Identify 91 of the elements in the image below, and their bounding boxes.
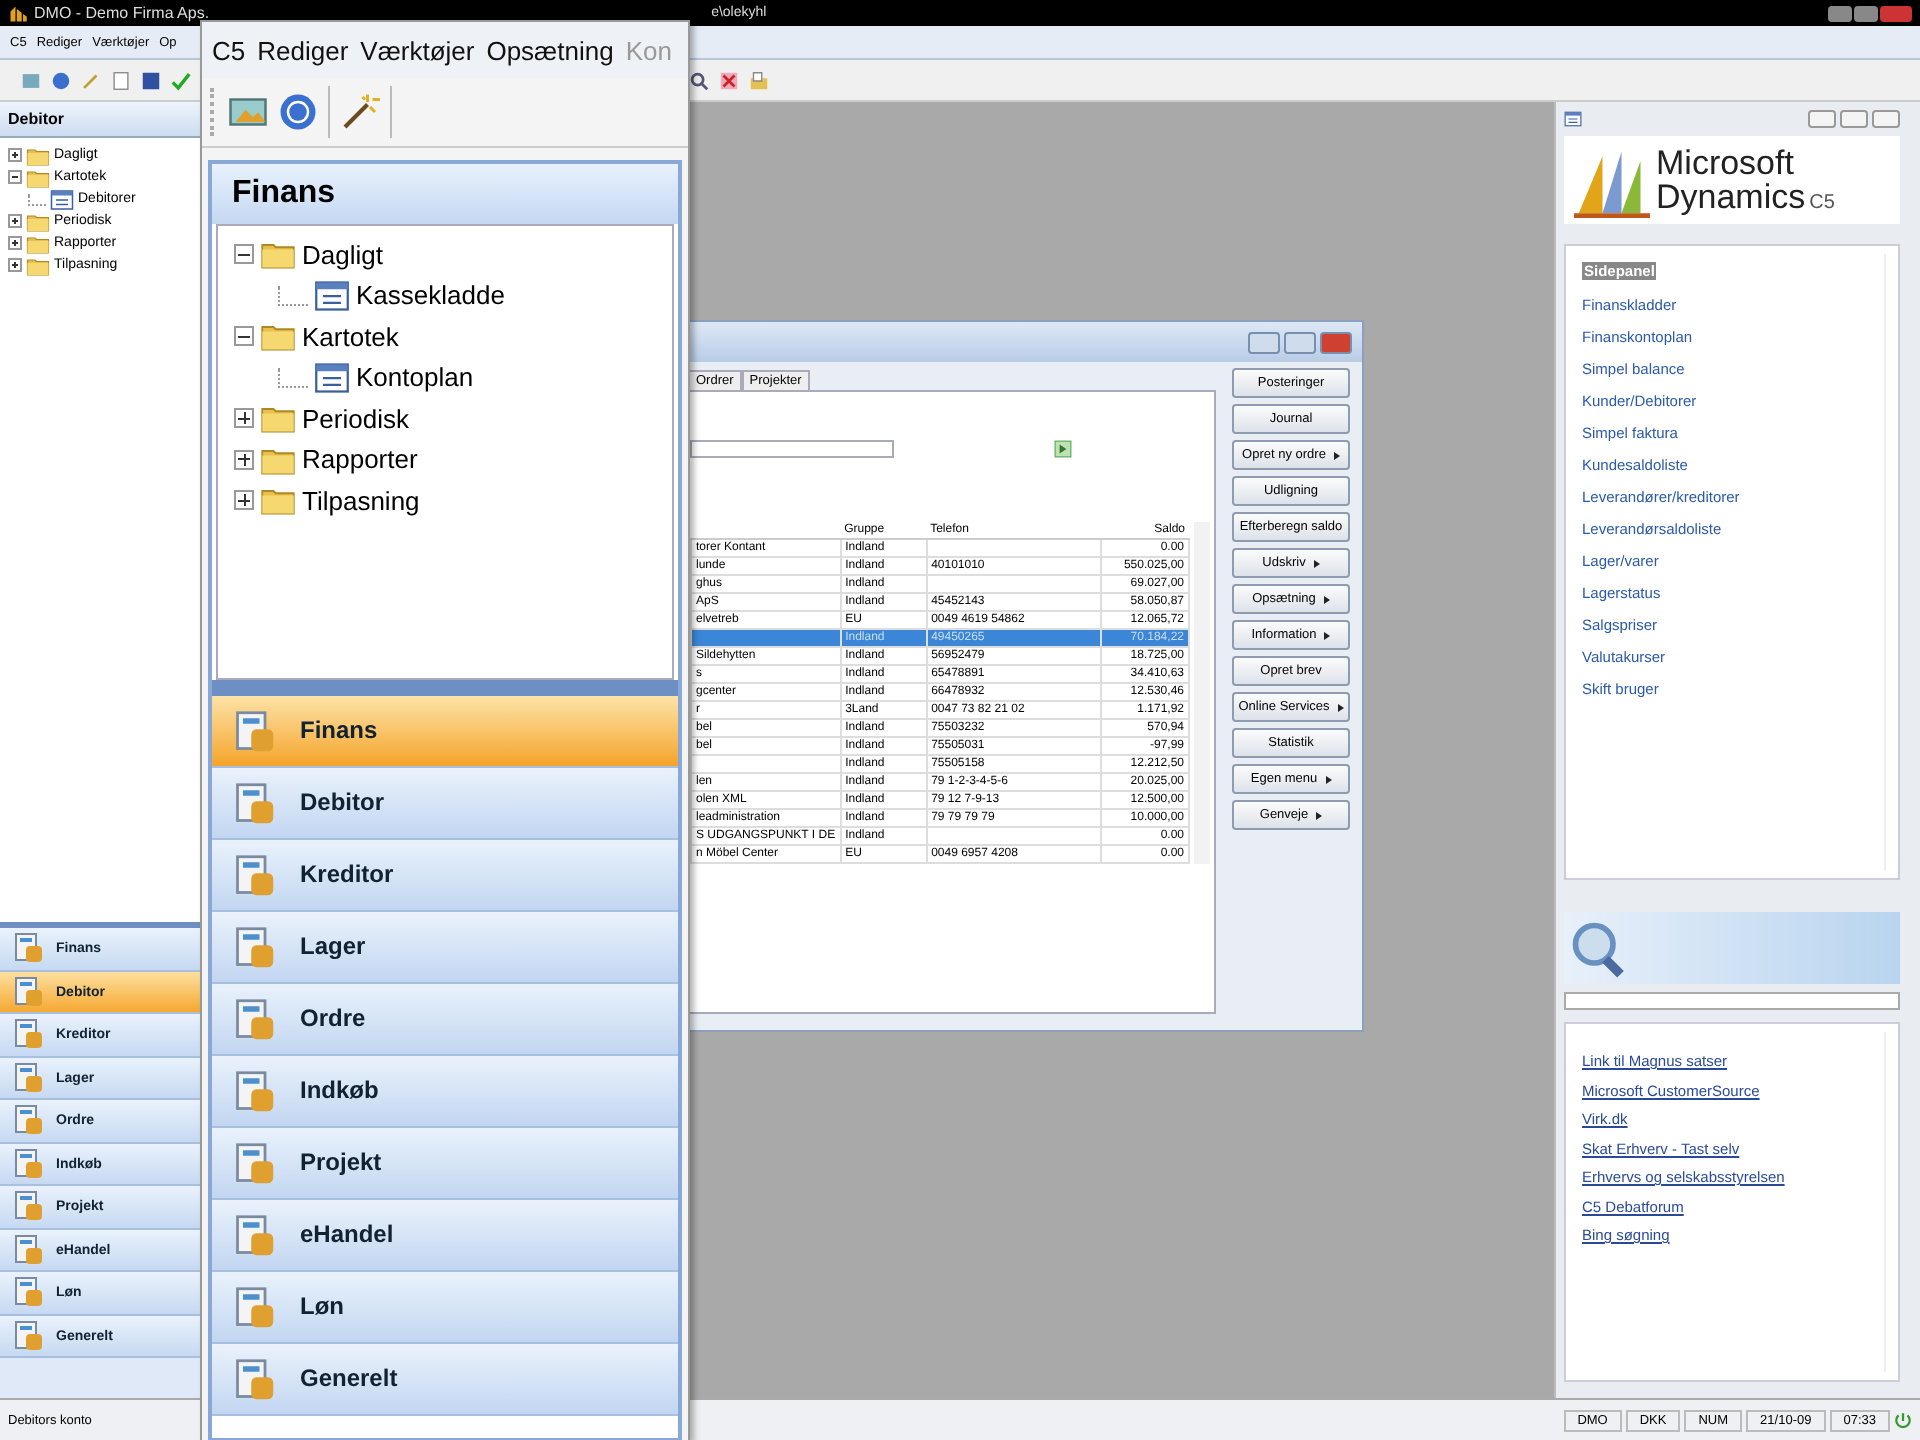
folder-icon xyxy=(26,165,50,189)
folder-icon xyxy=(26,143,50,167)
minimize-button[interactable] xyxy=(1828,5,1852,21)
folder-icon xyxy=(26,209,50,233)
module-icon xyxy=(12,1104,44,1137)
module-button[interactable]: Ordre xyxy=(212,984,678,1056)
module-icon xyxy=(12,1147,44,1180)
module-icon xyxy=(232,997,276,1041)
module-icon xyxy=(232,1285,276,1329)
splitter-handle[interactable] xyxy=(212,680,678,696)
module-icon xyxy=(12,932,44,965)
toolbar-icon xyxy=(718,69,740,91)
tree-item[interactable]: Rapporter xyxy=(302,444,418,475)
pane-title: Finans xyxy=(212,164,678,224)
module-icon xyxy=(12,1190,44,1223)
expand-toggle[interactable] xyxy=(8,214,22,228)
toolbar-icon xyxy=(688,69,710,91)
module-icon xyxy=(232,1141,276,1185)
module-button[interactable]: Projekt xyxy=(212,1128,678,1200)
tree-item[interactable]: Kassekladde xyxy=(356,280,505,311)
toolbar-icon xyxy=(20,69,42,91)
power-icon xyxy=(1894,1411,1912,1429)
tree-item[interactable]: Periodisk xyxy=(302,403,409,434)
window-title: DMO - Demo Firma Aps. xyxy=(34,4,210,22)
toolbar-icon xyxy=(110,69,132,91)
module-icon xyxy=(232,1069,276,1113)
form-icon xyxy=(314,359,350,396)
panel-button[interactable] xyxy=(1872,110,1900,128)
expand-toggle[interactable] xyxy=(234,408,254,429)
expand-toggle[interactable] xyxy=(234,244,254,265)
expand-toggle[interactable] xyxy=(234,326,254,347)
module-icon xyxy=(12,975,44,1008)
toolbar-icon xyxy=(80,69,102,91)
toolbar-icon xyxy=(748,69,770,91)
module-button[interactable]: Indkøb xyxy=(212,1056,678,1128)
module-icon xyxy=(12,1233,44,1266)
module-icon xyxy=(12,1018,44,1051)
module-button[interactable]: Finans xyxy=(212,696,678,768)
help-icon xyxy=(278,92,318,132)
logo-text: Microsoft xyxy=(1656,146,1796,180)
module-button[interactable]: Debitor xyxy=(212,768,678,840)
toolbar-icon xyxy=(170,69,192,91)
tree-item[interactable]: Dagligt xyxy=(302,239,383,270)
module-icon xyxy=(12,1276,44,1309)
folder-icon xyxy=(26,253,50,277)
module-icon xyxy=(232,853,276,897)
search-icon xyxy=(1568,918,1628,978)
module-button[interactable]: Kreditor xyxy=(212,840,678,912)
module-icon xyxy=(232,925,276,969)
module-icon xyxy=(232,1357,276,1401)
toolbar-icon xyxy=(140,69,162,91)
panel-button[interactable] xyxy=(1840,110,1868,128)
module-icon xyxy=(12,1061,44,1094)
toolbar-icon xyxy=(50,69,72,91)
module-button[interactable]: Løn xyxy=(212,1272,678,1344)
expand-toggle[interactable] xyxy=(8,236,22,250)
expand-toggle[interactable] xyxy=(8,170,22,184)
folder-icon xyxy=(26,231,50,255)
close-button[interactable] xyxy=(1880,5,1912,21)
module-icon xyxy=(232,709,276,753)
module-icon xyxy=(12,1319,44,1352)
menu-item[interactable]: Rediger xyxy=(257,35,349,65)
magic-wand-icon xyxy=(340,92,380,132)
module-button[interactable]: Generelt xyxy=(212,1344,678,1416)
expand-toggle[interactable] xyxy=(8,148,22,162)
expand-toggle[interactable] xyxy=(234,490,254,511)
panel-icon xyxy=(1564,110,1582,128)
maximize-button[interactable] xyxy=(1854,5,1878,21)
menu-item[interactable]: Opsætning xyxy=(486,35,614,65)
module-icon xyxy=(232,1213,276,1257)
tree-item[interactable]: Kontoplan xyxy=(356,362,474,393)
module-icon xyxy=(232,781,276,825)
expand-toggle[interactable] xyxy=(8,258,22,272)
module-button[interactable]: Lager xyxy=(212,912,678,984)
panel-button[interactable] xyxy=(1808,110,1836,128)
tree-item[interactable]: Tilpasning xyxy=(302,485,420,516)
search-field[interactable] xyxy=(1564,992,1900,1010)
logo-text: Dynamics xyxy=(1656,180,1806,214)
form-icon xyxy=(314,277,350,314)
form-icon xyxy=(50,187,74,211)
logo-text: C5 xyxy=(1809,194,1835,214)
expand-toggle[interactable] xyxy=(234,449,254,470)
close-button[interactable] xyxy=(1320,331,1352,353)
picture-icon xyxy=(228,92,268,132)
app-icon xyxy=(8,3,28,23)
menu-item[interactable]: Værktøjer xyxy=(360,35,475,65)
text-field[interactable] xyxy=(690,440,894,458)
tree-item[interactable]: Kartotek xyxy=(302,321,399,352)
menu-item[interactable]: C5 xyxy=(212,35,246,65)
lookup-icon xyxy=(1054,440,1072,458)
module-button[interactable]: eHandel xyxy=(212,1200,678,1272)
